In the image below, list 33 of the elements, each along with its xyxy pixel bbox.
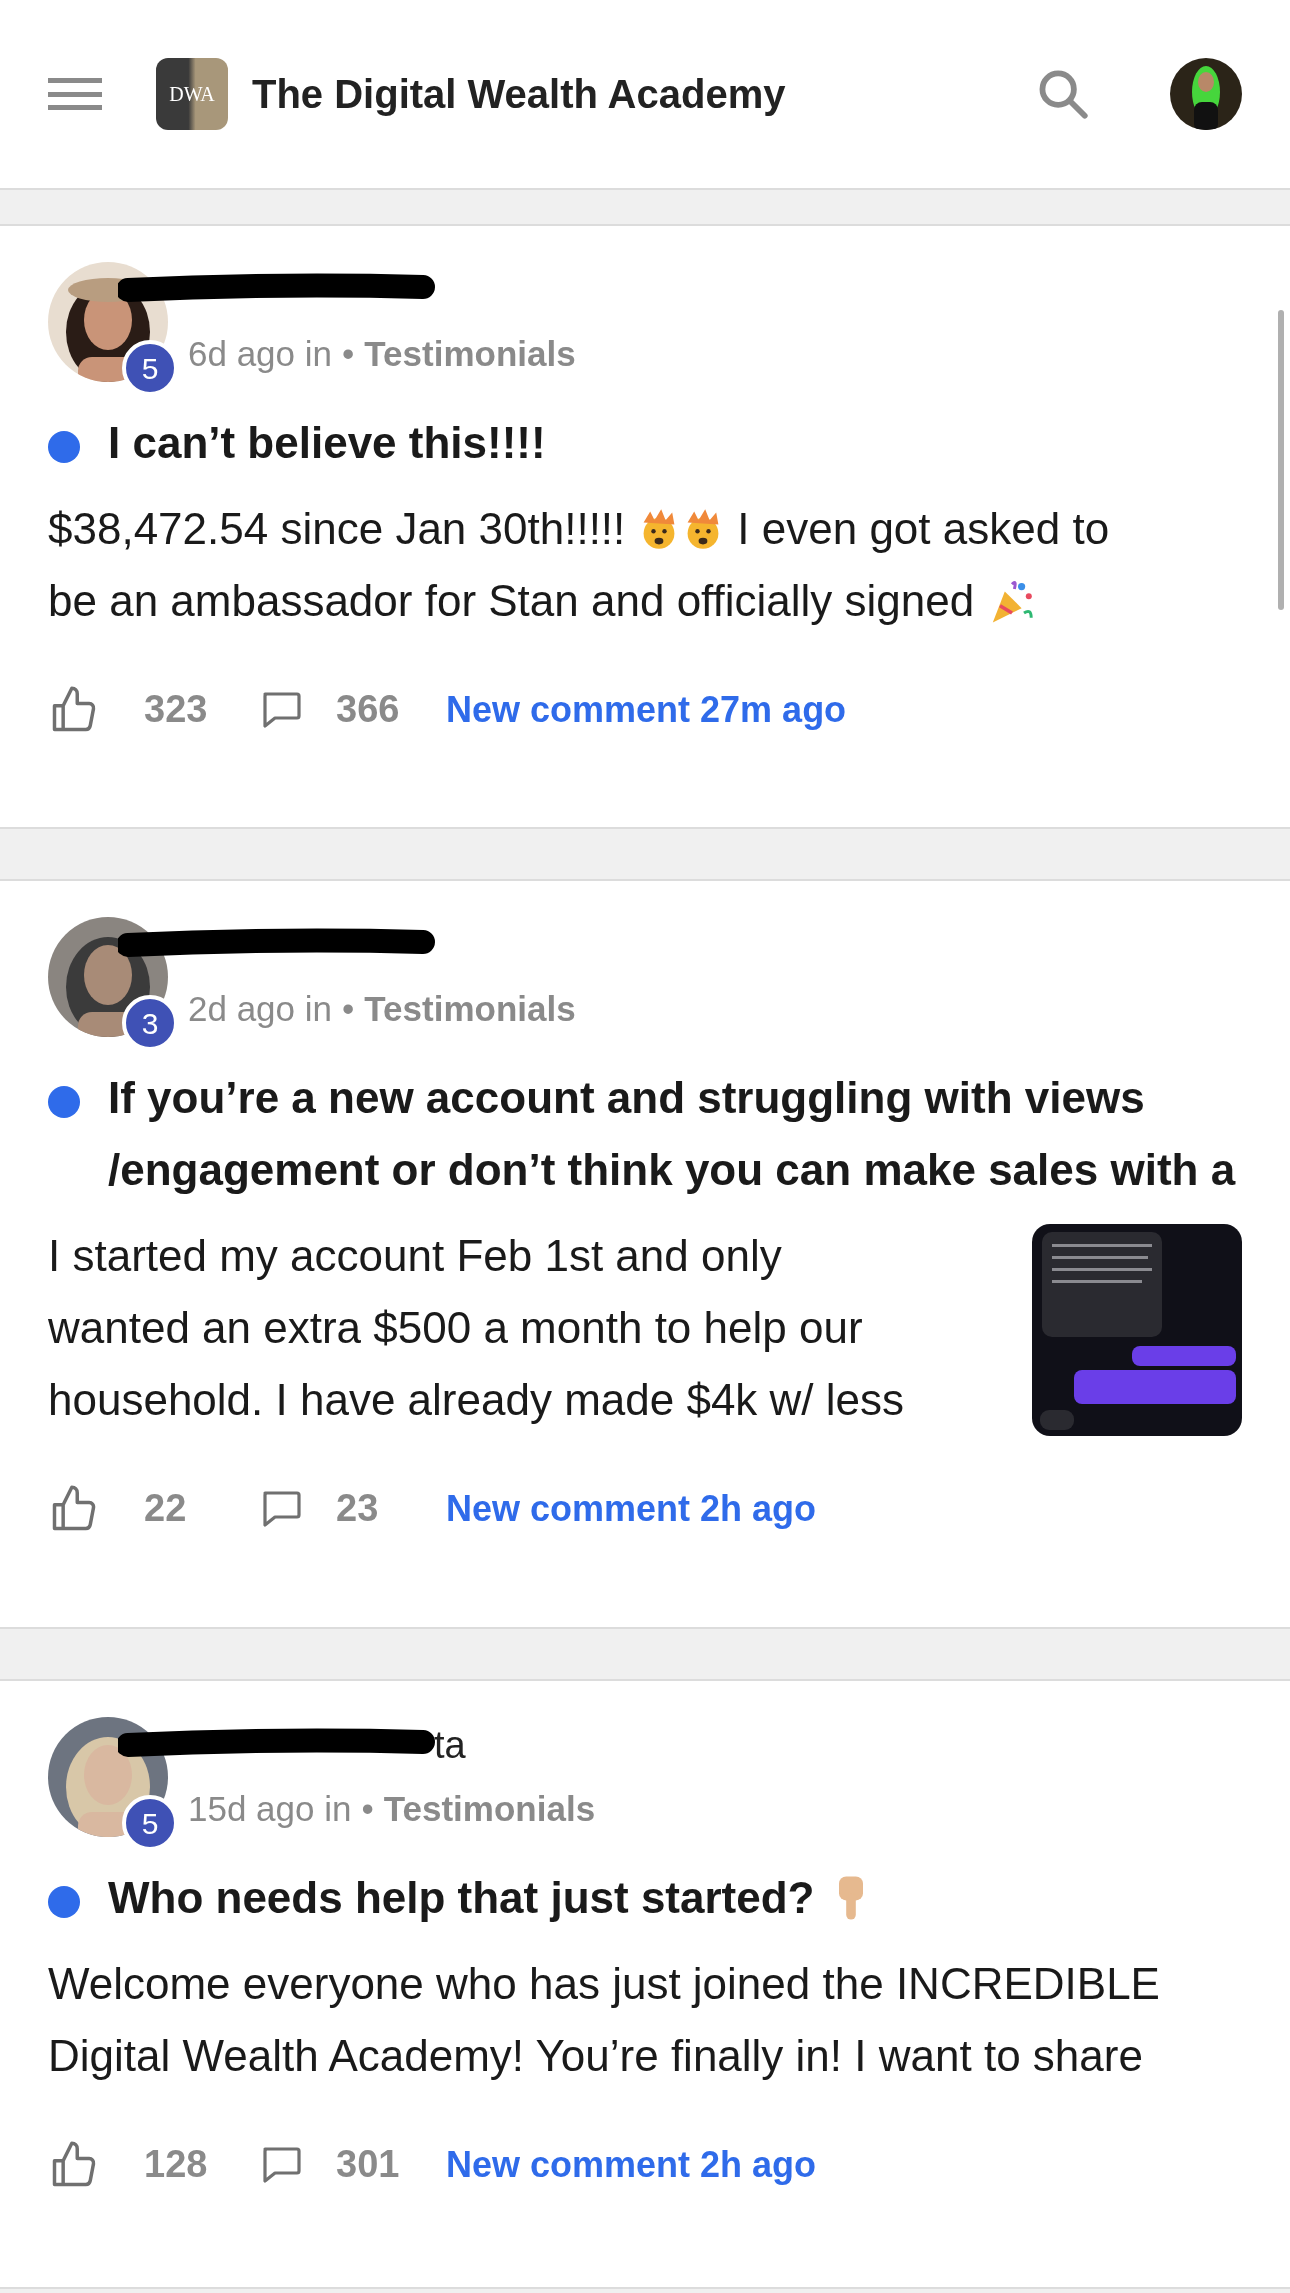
like-count: 323: [144, 687, 209, 732]
post-body: I even got asked to: [737, 503, 1110, 555]
bullet-separator: •: [342, 333, 355, 375]
category-link[interactable]: Testimonials: [383, 1783, 596, 1836]
post-card[interactable]: [0, 1679, 1290, 2289]
bullet-separator: •: [342, 988, 355, 1030]
new-comment-link[interactable]: New comment 2h ago: [446, 1481, 817, 1536]
bullet-separator: •: [361, 1788, 374, 1830]
academy-logo: DWA: [156, 58, 228, 130]
post-time: 15d ago in: [188, 1788, 352, 1830]
scrollbar-thumb[interactable]: [1278, 310, 1284, 610]
post-body: $38,472.54 since Jan 30th!!!!!: [48, 503, 626, 555]
comment-count: 23: [336, 1486, 380, 1531]
post-card[interactable]: [0, 879, 1290, 1629]
comment-count: 301: [336, 2142, 401, 2187]
like-count: 22: [144, 1486, 188, 1531]
post-time: 2d ago in: [188, 988, 333, 1030]
like-count: 128: [144, 2142, 209, 2187]
new-comment-link[interactable]: New comment 27m ago: [446, 682, 847, 737]
comment-count: 366: [336, 687, 401, 732]
category-link[interactable]: Testimonials: [364, 983, 576, 1036]
post-body: Welcome everyone who has just joined the INCREDIBLE Digital Wealth Academy! You’re finally in! I want to share: [48, 1959, 1160, 2080]
post-card[interactable]: 5 6d ago in • Testimonials I can’t believe this!!!! $38,472.54 since Jan 30th!!!!! I even got asked to be an ambassador for Stan and officially signed 323 366 New comment 27m ago: [0, 224, 1290, 829]
post-title[interactable]: Who needs help that just started?: [108, 1862, 815, 1934]
post-time: 6d ago in: [188, 333, 333, 375]
author-name[interactable]: ta: [434, 1716, 466, 1774]
post-body: be an ambassador for Stan and officially signed: [48, 575, 975, 627]
academy-title: The Digital Wealth Academy: [252, 71, 786, 118]
post-title[interactable]: I can’t believe this!!!!: [108, 407, 546, 479]
new-comment-link[interactable]: New comment 2h ago: [446, 2137, 817, 2192]
post-body: I started my account Feb 1st and only wanted an extra $500 a month to help our household. I have already made $4k w/ less: [48, 1231, 905, 1424]
post-title[interactable]: If you’re a new account and struggling with views /engagement or don’t think you can make sales with a: [108, 1062, 1242, 1206]
category-link[interactable]: Testimonials: [364, 328, 576, 381]
